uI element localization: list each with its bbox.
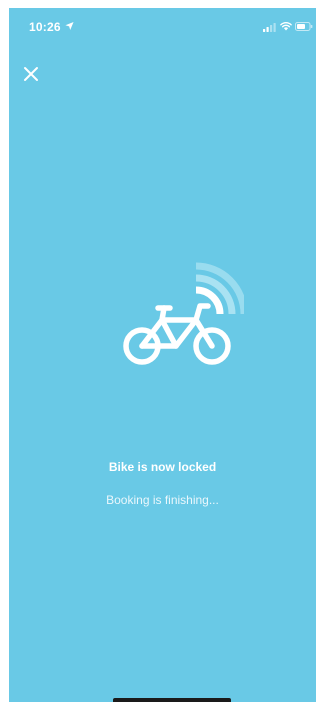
wifi-icon	[280, 22, 292, 31]
lock-status-screen: 10:26 Bike is now locked Booking is fini…	[9, 8, 316, 702]
home-indicator	[113, 698, 231, 702]
close-button[interactable]	[19, 62, 43, 86]
booking-status-subtitle: Booking is finishing...	[106, 493, 219, 507]
battery-icon	[295, 22, 313, 31]
lock-status-title: Bike is now locked	[108, 460, 217, 474]
bicycle-icon	[123, 303, 231, 365]
status-bar: 10:26	[9, 8, 316, 42]
cellular-signal-icon	[263, 23, 276, 32]
location-arrow-icon	[65, 21, 74, 31]
bike-locked-illustration	[123, 262, 244, 365]
close-icon	[24, 67, 38, 81]
status-time: 10:26	[29, 20, 61, 34]
